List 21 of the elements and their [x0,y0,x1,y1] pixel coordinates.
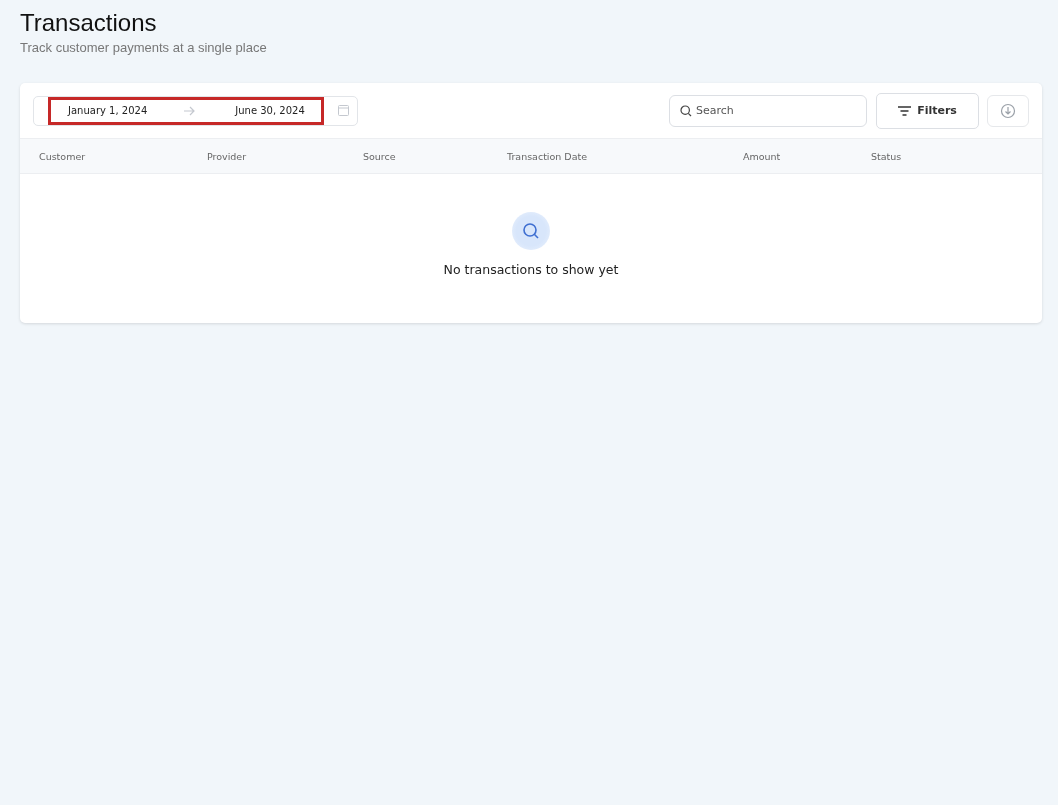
page-subtitle: Track customer payments at a single place [20,40,268,55]
column-header: Amount [743,150,782,162]
filter-icon [898,105,912,116]
start-date: January 1, 2024 [68,105,148,116]
arrow-right-icon [183,105,196,116]
download-button[interactable] [987,94,1029,127]
page-title: Transactions [20,8,158,38]
column-header: Transaction Date [507,150,589,162]
column-header: Status [871,150,902,162]
calendar-icon [338,105,349,116]
filters-button[interactable]: Filters [876,92,979,129]
search-icon [680,104,692,117]
search-icon [512,212,550,250]
download-icon [1000,102,1016,119]
empty-message: No transactions to show yet [443,262,619,277]
date-range-picker[interactable]: January 1, 2024 June 30, 2024 [33,95,358,126]
search-field[interactable]: Search [669,94,867,127]
end-date: June 30, 2024 [235,105,305,116]
column-header: Source [363,150,397,162]
column-header: Customer [39,150,87,162]
column-header: Provider [207,150,248,162]
